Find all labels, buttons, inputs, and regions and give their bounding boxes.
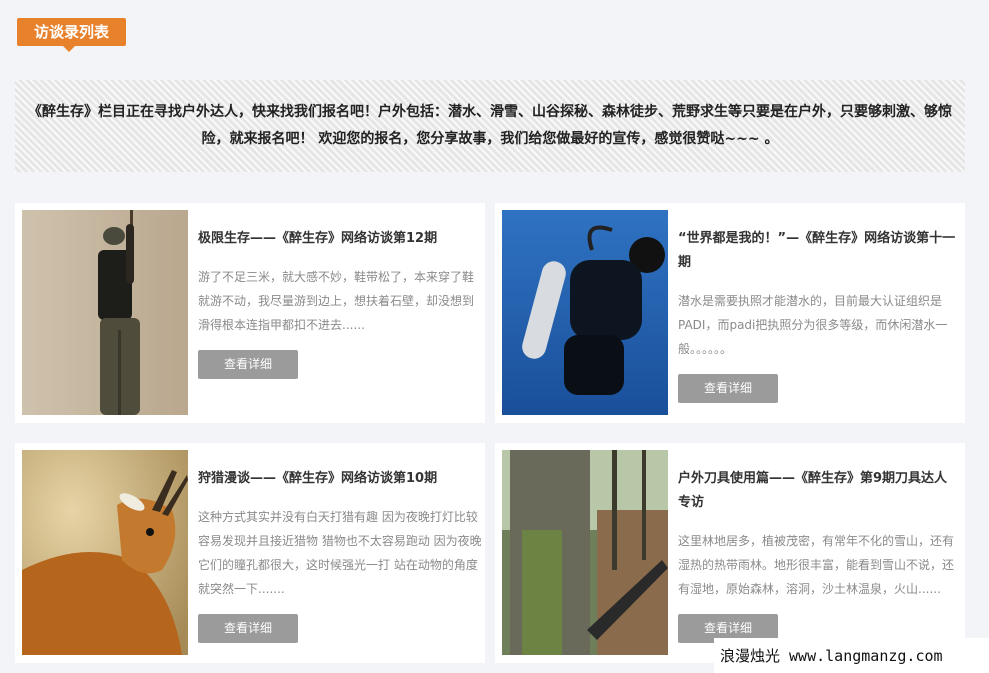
interview-card-9: 户外刀具使用篇——《醉生存》第9期刀具达人专访 这里林地居多，植被茂密，有常年不… — [495, 443, 965, 663]
card-title[interactable]: 极限生存——《醉生存》网络访谈第12期 — [198, 227, 477, 251]
card-description: 这种方式其实并没有白天打猎有趣 因为夜晚打灯比较容易发现并且接近猎物 猎物也不太… — [198, 510, 482, 596]
section-title-tab: 访谈录列表 — [17, 18, 126, 52]
interview-card-10: 狩猎漫谈——《醉生存》网络访谈第10期 这种方式其实并没有白天打猎有趣 因为夜晚… — [15, 443, 485, 663]
site-watermark: 浪漫烛光 www.langmanzg.com — [714, 638, 989, 673]
card-title[interactable]: “世界都是我的！”—《醉生存》网络访谈第十一期 — [678, 227, 957, 275]
card-description: 游了不足三米，就大感不妙，鞋带松了，本来穿了鞋就游不动，我尽量游到边上，想扶着石… — [198, 270, 475, 332]
card-title[interactable]: 户外刀具使用篇——《醉生存》第9期刀具达人专访 — [678, 467, 957, 515]
card-title[interactable]: 狩猎漫谈——《醉生存》网络访谈第10期 — [198, 467, 477, 491]
antelope-photo[interactable] — [22, 450, 188, 655]
view-details-button[interactable]: 查看详细 — [678, 374, 778, 403]
view-details-button[interactable]: 查看详细 — [198, 350, 298, 379]
view-details-button[interactable]: 查看详细 — [198, 614, 298, 643]
forest-knife-photo[interactable] — [502, 450, 668, 655]
card-description: 这里林地居多，植被茂密，有常年不化的雪山，还有湿热的热带雨林。地形很丰富，能看到… — [678, 534, 955, 596]
intro-text: 《醉生存》栏目正在寻找户外达人，快来找我们报名吧！户外包括：潜水、滑雪、山谷探秘… — [28, 104, 952, 147]
climber-photo[interactable] — [22, 210, 188, 415]
interview-card-11: “世界都是我的！”—《醉生存》网络访谈第十一期 潜水是需要执照才能潜水的，目前最… — [495, 203, 965, 423]
interview-card-12: 极限生存——《醉生存》网络访谈第12期 游了不足三米，就大感不妙，鞋带松了，本来… — [15, 203, 485, 423]
diver-photo[interactable] — [502, 210, 668, 415]
card-description: 潜水是需要执照才能潜水的，目前最大认证组织是PADI，而padi把执照分为很多等… — [678, 294, 948, 356]
intro-banner: 《醉生存》栏目正在寻找户外达人，快来找我们报名吧！户外包括：潜水、滑雪、山谷探秘… — [15, 80, 965, 172]
